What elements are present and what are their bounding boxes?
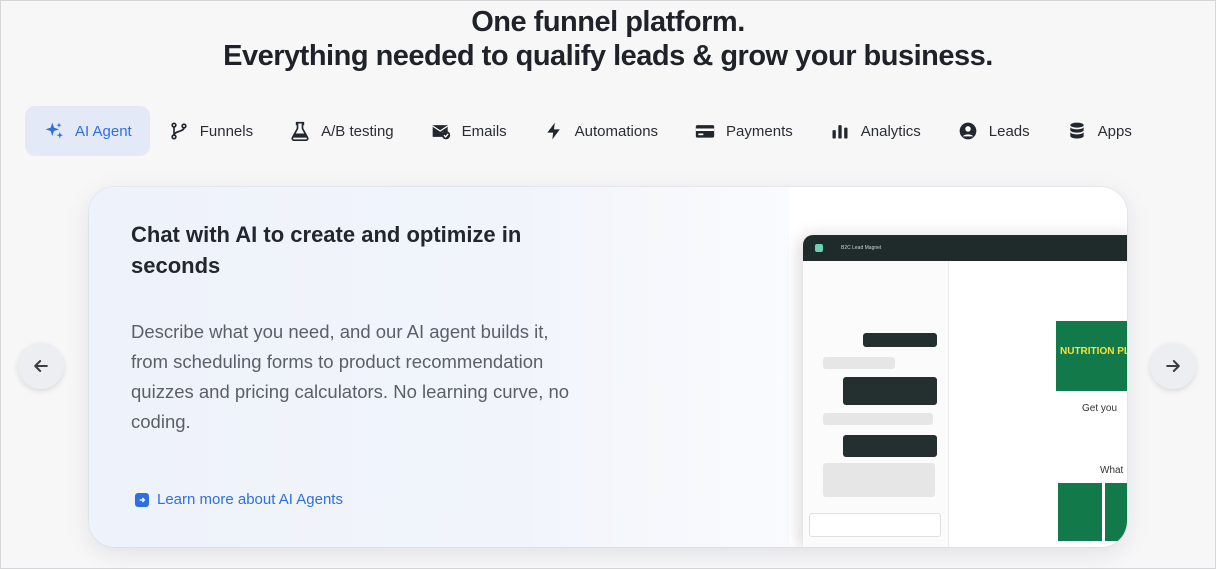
logo-icon <box>815 244 823 252</box>
tab-ai-agent[interactable]: AI Agent <box>25 106 150 156</box>
tab-apps[interactable]: Apps <box>1048 106 1150 156</box>
chat-bubble <box>843 377 937 405</box>
tab-label: A/B testing <box>321 122 394 140</box>
tab-label: Leads <box>988 122 1030 140</box>
chat-bubble <box>823 413 933 425</box>
carousel-next-button[interactable] <box>1150 343 1196 389</box>
tab-label: Automations <box>574 122 659 140</box>
chat-bubble <box>823 463 935 497</box>
tab-label: Apps <box>1097 122 1132 140</box>
preview-heading: Get you <box>1082 403 1118 414</box>
tab-automations[interactable]: Automations <box>525 106 676 156</box>
learn-more-label: Learn more about AI Agents <box>157 491 343 508</box>
tab-label: Payments <box>726 122 793 140</box>
arrow-right-icon <box>1166 360 1180 372</box>
learn-more-link[interactable]: Learn more about AI Agents <box>135 491 343 508</box>
user-circle-icon <box>957 120 979 142</box>
mock-chat-input <box>809 513 941 537</box>
bar-chart-icon <box>829 120 851 142</box>
tab-label: Funnels <box>199 122 254 140</box>
branch-icon <box>168 120 190 142</box>
database-icon <box>1066 120 1088 142</box>
headline-line-2: Everything needed to qualify leads & gro… <box>223 40 993 72</box>
tab-label: Analytics <box>860 122 921 140</box>
headline-line-1: One funnel platform. <box>471 6 745 38</box>
tab-funnels[interactable]: Funnels <box>150 106 271 156</box>
credit-card-icon <box>694 120 716 142</box>
option-tile <box>1058 483 1102 541</box>
tab-label: Emails <box>461 122 507 140</box>
arrow-right-square-icon <box>135 492 149 507</box>
mock-titlebar: B2C Lead Magnet <box>803 235 1127 261</box>
lightning-icon <box>543 120 565 142</box>
option-tile <box>1105 483 1127 541</box>
mock-preview-panel: NUTRITION PLAN Get you What <box>950 261 1127 547</box>
mock-tab-label: B2C Lead Magnet <box>841 245 882 251</box>
nutrition-plan-card: NUTRITION PLAN <box>1056 321 1127 391</box>
feature-description: Describe what you need, and our AI agent… <box>131 321 570 432</box>
chat-bubble <box>843 435 937 457</box>
mail-check-icon <box>430 120 452 142</box>
preview-question: What <box>1100 465 1124 476</box>
feature-tabs: AI Agent Funnels A/B testing Emails Auto… <box>25 105 1150 157</box>
carousel-prev-button[interactable] <box>18 343 64 389</box>
page-headline: One funnel platform. Everything needed t… <box>1 5 1215 73</box>
feature-title: Chat with AI to create and optimize in s… <box>131 222 522 278</box>
tab-payments[interactable]: Payments <box>676 106 811 156</box>
mock-chat-panel <box>803 261 949 547</box>
feature-card: Chat with AI to create and optimize in s… <box>89 187 1127 547</box>
flask-icon <box>289 120 311 142</box>
tab-label: AI Agent <box>75 122 132 140</box>
tab-ab-testing[interactable]: A/B testing <box>271 106 412 156</box>
sparkle-icon <box>43 120 65 142</box>
chat-bubble <box>863 333 937 347</box>
tab-leads[interactable]: Leads <box>939 106 1048 156</box>
feature-card-text-panel: Chat with AI to create and optimize in s… <box>89 187 789 547</box>
tab-emails[interactable]: Emails <box>412 106 525 156</box>
arrow-left-icon <box>34 360 48 372</box>
tab-analytics[interactable]: Analytics <box>811 106 939 156</box>
product-screenshot: B2C Lead Magnet NUTRITION PLAN Get you W… <box>803 235 1127 547</box>
chat-bubble <box>823 357 895 369</box>
